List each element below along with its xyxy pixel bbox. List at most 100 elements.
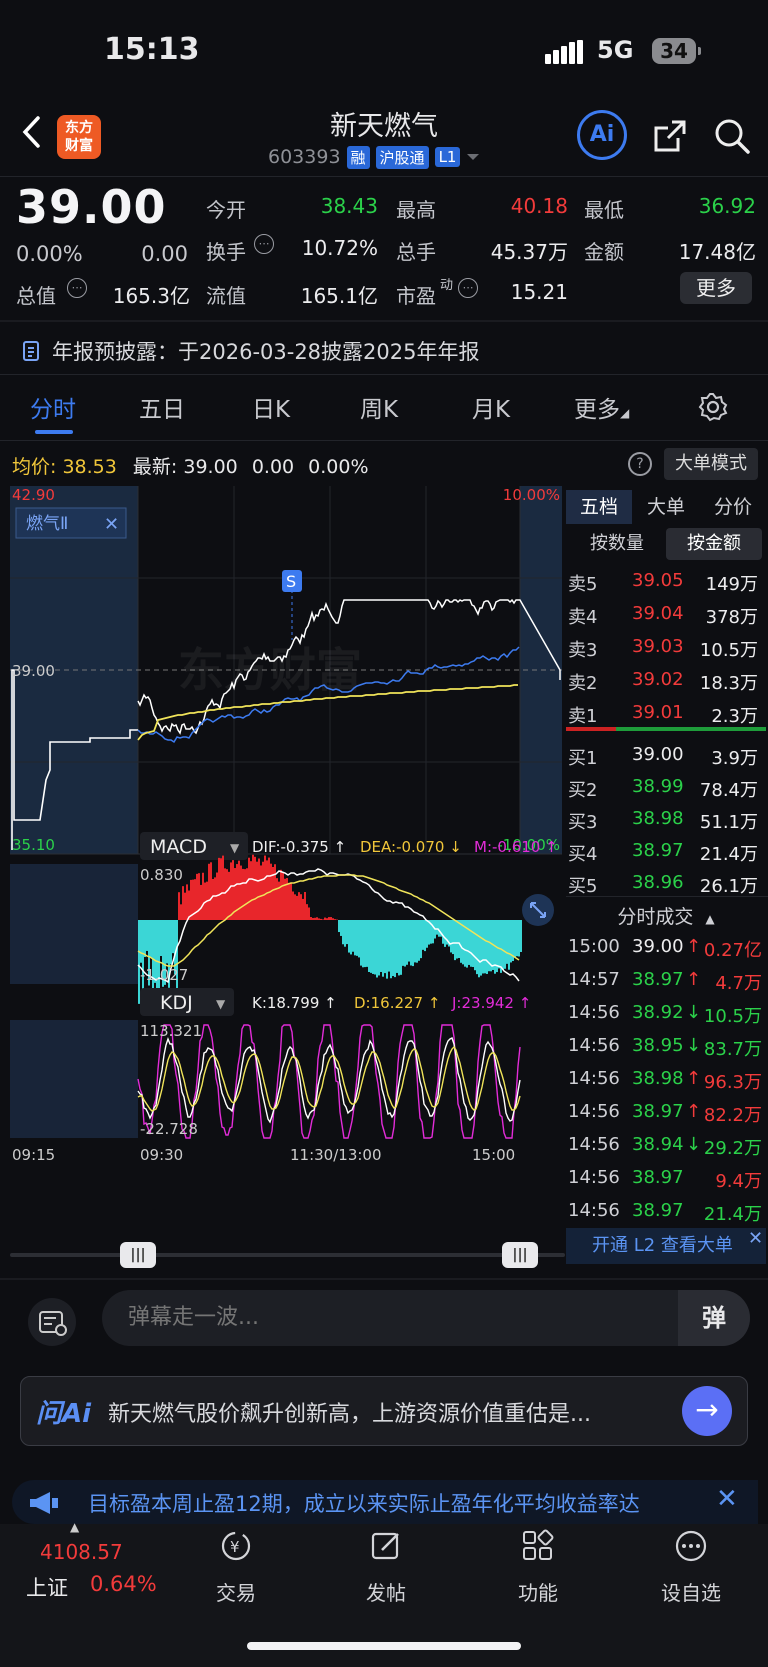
ai-button[interactable]: Ai — [577, 110, 627, 160]
macd-bar — [510, 920, 512, 963]
macd-bar — [182, 886, 184, 920]
big-order-mode-button[interactable]: 大单模式 — [664, 448, 758, 480]
macd-label: MACD — [150, 836, 207, 858]
macd-bar — [498, 920, 500, 969]
macd-bar — [378, 920, 380, 976]
info-icon[interactable]: ⋯ — [254, 234, 274, 254]
tab-big-orders[interactable]: 大单 — [633, 490, 699, 524]
info-icon[interactable]: ⋯ — [458, 278, 478, 298]
edit-icon — [371, 1532, 399, 1560]
close-icon[interactable]: ✕ — [716, 1484, 738, 1514]
macd-bar — [266, 860, 268, 920]
macd-bar — [480, 920, 482, 976]
macd-bar — [294, 894, 296, 920]
macd-bar — [476, 920, 478, 975]
divider — [0, 374, 768, 375]
nav-post[interactable]: 发帖 — [331, 1528, 441, 1606]
settings-icon[interactable] — [698, 392, 728, 422]
macd-bar — [366, 920, 368, 967]
macd-bar — [422, 920, 424, 950]
index-value[interactable]: 4108.57 — [40, 1540, 123, 1564]
orderbook-row[interactable]: 卖5 39.05 149万 — [566, 566, 766, 599]
nav-trade[interactable]: ¥ 交易 — [181, 1528, 291, 1606]
caret-icon: ◢ — [620, 406, 630, 420]
danmaku-settings-button[interactable] — [28, 1298, 76, 1346]
nav-functions[interactable]: 功能 — [483, 1528, 593, 1606]
trade-row: 14:56 38.97 9.4万 — [568, 1167, 762, 1192]
trade-row: 14:56 38.95 ↓ 83.7万 — [568, 1035, 762, 1060]
macd-bar — [228, 871, 230, 920]
macd-bar — [354, 920, 356, 956]
slider-handle-left[interactable]: ||| — [120, 1242, 156, 1268]
index-name[interactable]: 上证 — [26, 1572, 68, 1602]
share-icon[interactable] — [650, 116, 690, 156]
macd-bar — [232, 860, 234, 920]
index-pct[interactable]: 0.64% — [90, 1572, 157, 1596]
macd-bar — [504, 920, 506, 969]
orderbook-row[interactable]: 卖3 39.03 10.5万 — [566, 632, 766, 665]
close-icon[interactable]: ✕ — [104, 514, 119, 535]
orderbook-row[interactable]: 买3 38.98 51.1万 — [566, 804, 766, 837]
macd-dif: DIF:-0.375 ↑ — [252, 838, 346, 856]
nav-add-watchlist[interactable]: 设自选 — [636, 1528, 746, 1606]
stock-subtitle[interactable]: 603393 融 沪股通 L1 — [268, 144, 480, 170]
low-value: 36.92 — [698, 194, 756, 218]
tag-margin: 融 — [346, 145, 370, 169]
danmaku-send-button[interactable]: 弹 — [678, 1290, 750, 1346]
macd-bar — [502, 920, 504, 970]
search-icon[interactable] — [712, 116, 752, 156]
caret-down-icon: ▼ — [230, 841, 240, 855]
divider — [0, 176, 768, 177]
info-icon[interactable]: ⋯ — [67, 278, 87, 298]
macd-bar — [274, 864, 276, 920]
macd-bar — [356, 920, 358, 956]
notice-bar[interactable]: 年报预披露：于2026-03-28披露2025年年报 — [22, 336, 479, 366]
more-button[interactable]: 更多 — [680, 272, 752, 304]
macd-bar — [484, 920, 486, 974]
close-icon[interactable]: ✕ — [748, 1228, 763, 1249]
range-slider[interactable] — [10, 1253, 565, 1257]
by-amount-toggle[interactable]: 按金额 — [666, 528, 762, 560]
tab-price-dist[interactable]: 分价 — [700, 490, 766, 524]
danmaku-input[interactable] — [102, 1290, 750, 1346]
macd-bar — [322, 919, 324, 920]
macd-bar — [384, 920, 386, 974]
macd-bar — [212, 878, 214, 920]
help-icon[interactable]: ? — [628, 452, 652, 476]
macd-bar — [248, 857, 250, 920]
tag-level: L1 — [434, 147, 461, 167]
slider-handle-right[interactable]: ||| — [502, 1242, 538, 1268]
macd-bar — [394, 920, 396, 978]
divider — [0, 440, 768, 441]
tab-monthly[interactable]: 月K — [472, 390, 510, 424]
tab-more[interactable]: 更多◢ — [574, 390, 629, 424]
tab-daily[interactable]: 日K — [252, 390, 290, 424]
l2-banner[interactable]: 开通 L2 查看大单 — [566, 1228, 766, 1264]
orderbook-row[interactable]: 买1 39.00 3.9万 — [566, 740, 766, 773]
orderbook-row[interactable]: 买4 38.97 21.4万 — [566, 836, 766, 869]
yuan-cycle-icon: ¥ — [221, 1531, 251, 1561]
macd-bar — [298, 892, 300, 920]
macd-bar — [474, 920, 476, 971]
macd-bar — [220, 858, 222, 920]
trades-title[interactable]: 分时成交 ▲ — [566, 902, 766, 929]
orderbook-row[interactable]: 卖2 39.02 18.3万 — [566, 665, 766, 698]
arrow-right-icon[interactable]: → — [682, 1386, 732, 1436]
orderbook-row[interactable]: 买2 38.99 78.4万 — [566, 772, 766, 805]
tab-5day[interactable]: 五日 — [139, 390, 185, 424]
by-quantity-toggle[interactable]: 按数量 — [574, 528, 660, 560]
macd-bar — [296, 895, 298, 920]
tab-intraday[interactable]: 分时 — [30, 390, 76, 424]
float-mv-value: 165.1亿 — [300, 284, 378, 308]
tab-level5[interactable]: 五档 — [566, 490, 632, 524]
macd-bar — [404, 920, 406, 967]
tab-weekly[interactable]: 周K — [360, 390, 398, 424]
macd-bar — [140, 920, 142, 963]
orderbook-tabs: 五档 大单 分价 — [566, 490, 766, 526]
divider — [0, 320, 768, 322]
trade-row: 14:57 38.97 ↑ 4.7万 — [568, 969, 762, 994]
macd-bar — [350, 920, 352, 955]
macd-bar — [500, 920, 502, 973]
orderbook-row[interactable]: 卖4 39.04 378万 — [566, 599, 766, 632]
intraday-chart[interactable]: 东方财富 42.90 39.00 35.10 10.00% -10.00% 燃气… — [0, 480, 566, 1240]
